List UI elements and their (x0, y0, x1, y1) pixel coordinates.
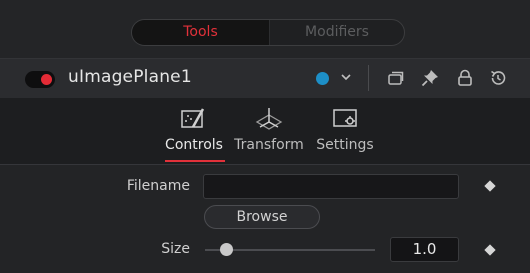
chevron-down-icon[interactable] (339, 70, 353, 84)
controls-panel: Filename Browse Size 1.0 (0, 165, 530, 273)
node-name[interactable]: uImagePlane1 (68, 67, 192, 87)
settings-icon (333, 109, 357, 127)
pin-icon[interactable] (420, 68, 440, 88)
tab-transform[interactable]: Transform (233, 98, 305, 164)
controls-icon (181, 108, 205, 128)
browse-button[interactable]: Browse (204, 205, 320, 229)
active-tab-indicator (165, 160, 225, 162)
tab-settings-label: Settings (316, 137, 374, 153)
tools-tab-button[interactable]: Tools (132, 20, 269, 45)
tool-modifier-switcher-band: Tools Modifiers (0, 0, 530, 58)
header-divider (368, 65, 369, 91)
tabs-icon[interactable] (386, 68, 406, 88)
filename-label: Filename (126, 178, 190, 194)
size-keyframe-icon[interactable] (484, 244, 496, 256)
inspector-tab-row: Controls Transform Settings (0, 98, 530, 164)
color-dot-icon[interactable] (316, 72, 329, 85)
node-enable-toggle[interactable] (25, 71, 55, 88)
lock-icon[interactable] (455, 68, 475, 88)
tab-controls[interactable]: Controls (160, 98, 228, 164)
tab-settings[interactable]: Settings (313, 98, 377, 164)
size-value-field[interactable]: 1.0 (390, 237, 459, 262)
reset-icon[interactable] (488, 68, 508, 88)
tab-controls-label: Controls (165, 137, 223, 153)
filename-field[interactable] (203, 174, 459, 199)
toggle-dot-icon (41, 74, 52, 85)
filename-keyframe-icon[interactable] (484, 180, 496, 192)
tools-modifiers-segmented-control: Tools Modifiers (131, 19, 405, 46)
size-slider-knob[interactable] (220, 243, 233, 256)
size-label: Size (161, 241, 190, 257)
transform-icon (255, 108, 283, 130)
modifiers-tab-button[interactable]: Modifiers (269, 20, 404, 45)
node-header: uImagePlane1 (0, 58, 530, 98)
tab-transform-label: Transform (234, 137, 304, 153)
